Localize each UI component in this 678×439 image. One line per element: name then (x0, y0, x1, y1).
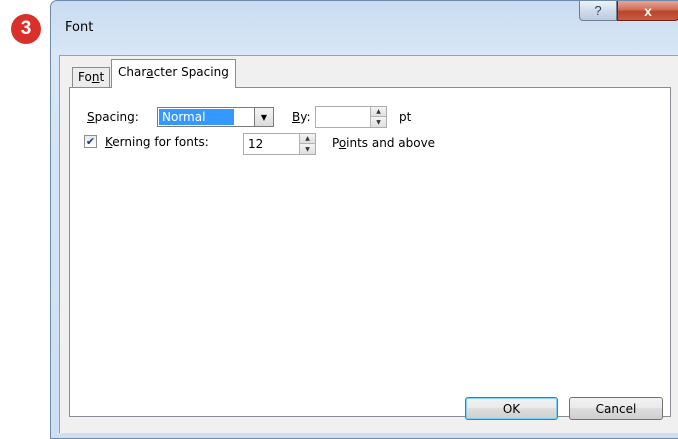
spacing-selected-value: Normal (159, 109, 234, 125)
by-label: By: (292, 110, 311, 124)
tab-font[interactable]: Font (72, 67, 111, 87)
spin-down-icon[interactable]: ▼ (300, 144, 315, 154)
spin-up-icon[interactable]: ▲ (371, 107, 386, 117)
kerning-value: 12 (248, 137, 264, 151)
close-icon: x (644, 2, 652, 19)
help-icon: ? (594, 3, 602, 18)
step-number-badge: 3 (11, 14, 41, 44)
by-unit-label: pt (399, 110, 412, 124)
help-button[interactable]: ? (579, 1, 617, 21)
title-bar[interactable]: Font ? x (51, 1, 678, 55)
by-spin-buttons[interactable]: ▲ ▼ (370, 107, 386, 127)
kerning-spin-buttons[interactable]: ▲ ▼ (299, 134, 315, 154)
tab-character-spacing[interactable]: Character Spacing (111, 59, 236, 88)
ok-button[interactable]: OK (465, 397, 558, 420)
kerning-spinner[interactable]: 12 ▲ ▼ (243, 133, 316, 155)
cancel-button[interactable]: Cancel (569, 397, 663, 420)
by-spinner[interactable]: ▲ ▼ (315, 106, 387, 128)
dropdown-arrow-icon[interactable]: ▼ (254, 107, 274, 127)
spacing-select[interactable]: Normal ▼ (157, 107, 274, 127)
spin-up-icon[interactable]: ▲ (300, 134, 315, 144)
kerning-label: Kerning for fonts: (105, 135, 209, 149)
dialog-body: Font Character Spacing Spacing: Normal ▼… (59, 55, 678, 433)
spacing-label: Spacing: (87, 110, 139, 124)
dialog-title: Font (65, 20, 94, 35)
kerning-checkbox[interactable]: ✔ (84, 135, 97, 148)
spin-down-icon[interactable]: ▼ (371, 117, 386, 127)
character-spacing-panel: Spacing: Normal ▼ By: ▲ ▼ pt ✔ Kerning f… (69, 87, 671, 417)
close-button[interactable]: x (617, 1, 678, 21)
checkmark-icon: ✔ (85, 135, 96, 148)
kerning-suffix-label: Points and above (332, 136, 436, 150)
font-dialog: Font ? x Font Character Spacing Spacing:… (50, 0, 678, 439)
